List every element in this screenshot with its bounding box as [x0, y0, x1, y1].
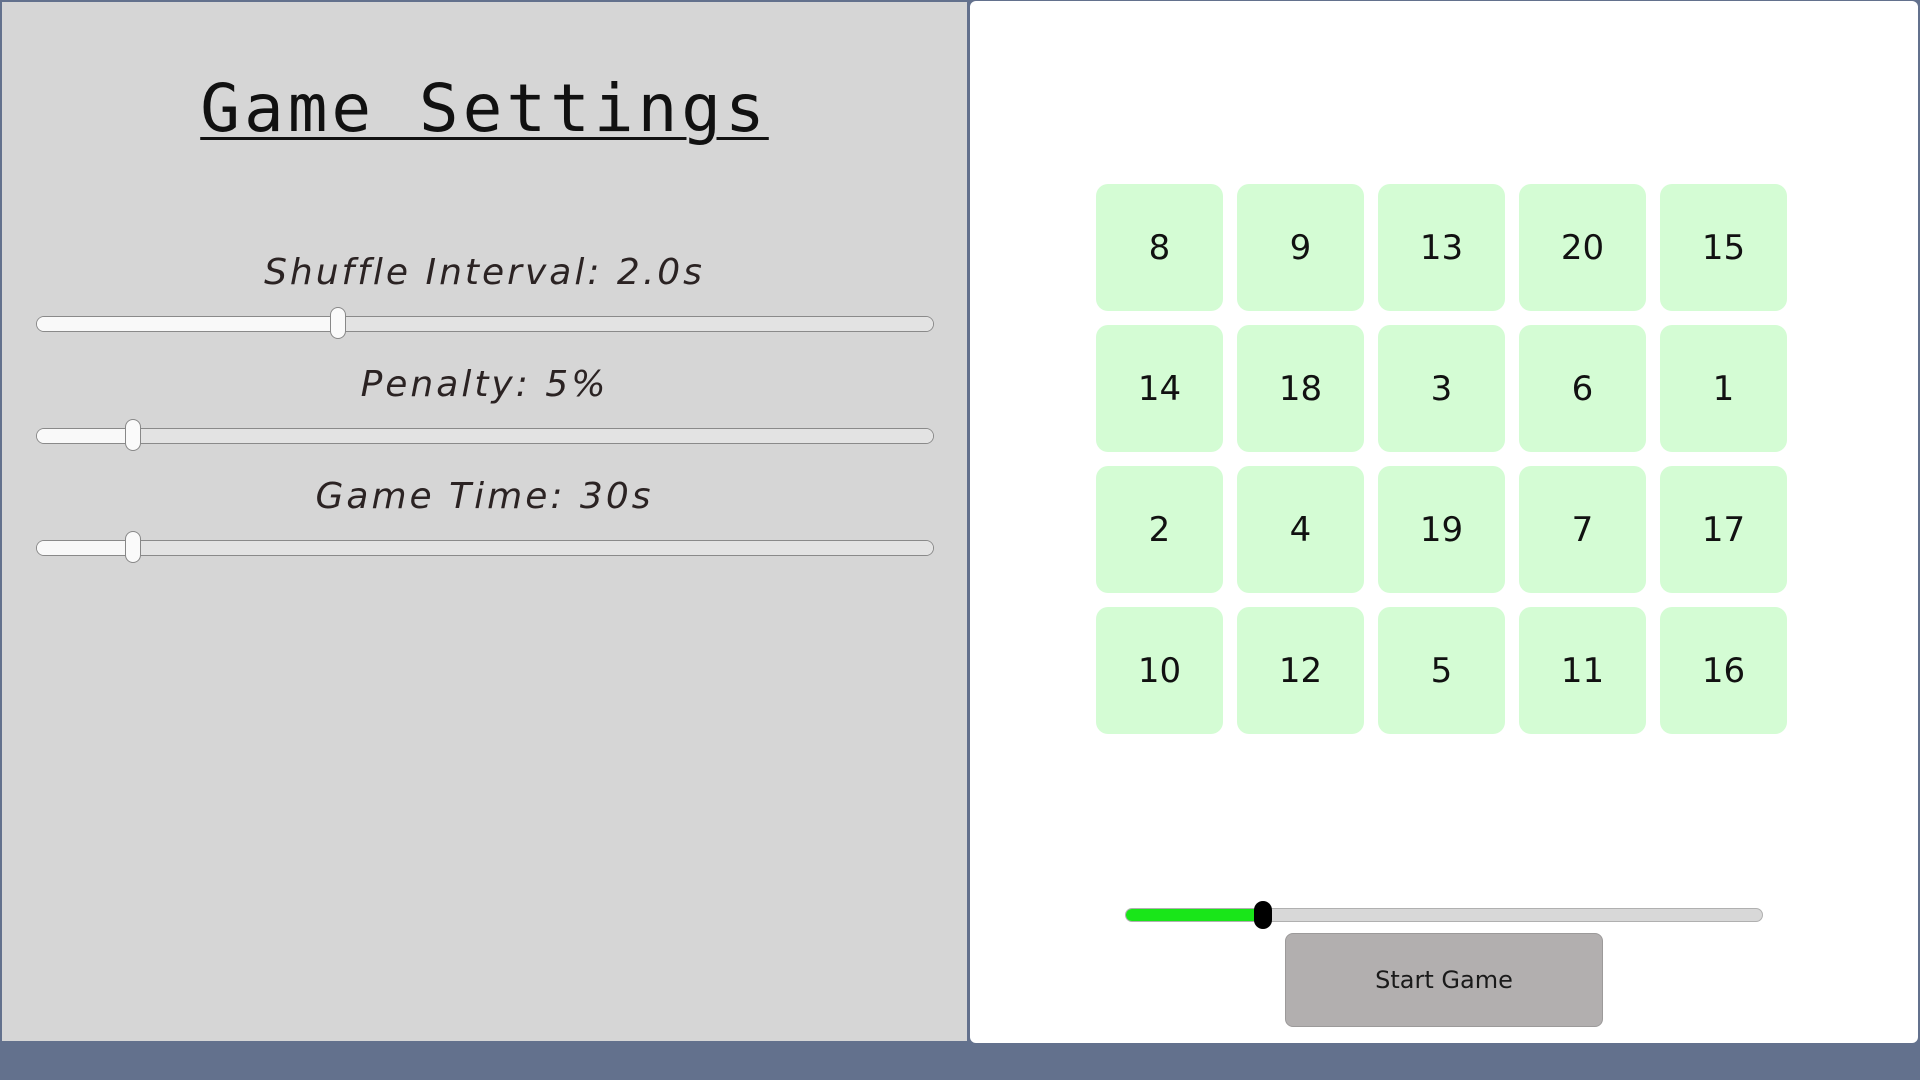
start-game-button[interactable]: Start Game — [1285, 933, 1603, 1027]
slider-thumb[interactable] — [124, 531, 141, 563]
number-tile[interactable]: 17 — [1660, 466, 1787, 593]
settings-panel: Game Settings Shuffle Interval: 2.0s Pen… — [2, 2, 967, 1041]
penalty-label: Penalty: 5% — [360, 364, 609, 405]
slider-rest — [132, 541, 933, 555]
slider-rest — [338, 317, 933, 331]
shuffle-interval-slider[interactable] — [36, 307, 934, 339]
number-tile[interactable]: 10 — [1096, 607, 1223, 734]
timer-progress-bar[interactable] — [1125, 901, 1763, 929]
number-tile[interactable]: 1 — [1660, 325, 1787, 452]
number-tile[interactable]: 9 — [1237, 184, 1364, 311]
number-tile[interactable]: 3 — [1378, 325, 1505, 452]
shuffle-interval-label: Shuffle Interval: 2.0s — [264, 252, 705, 293]
number-grid: 8 9 13 20 15 14 18 3 6 1 2 4 19 7 17 10 … — [1096, 184, 1787, 734]
game-time-label: Game Time: 30s — [315, 476, 654, 517]
slider-thumb[interactable] — [330, 307, 347, 339]
number-tile[interactable]: 15 — [1660, 184, 1787, 311]
progress-thumb[interactable] — [1254, 901, 1273, 929]
penalty-slider[interactable] — [36, 419, 934, 451]
number-tile[interactable]: 20 — [1519, 184, 1646, 311]
progress-fill — [1126, 909, 1264, 921]
number-tile[interactable]: 14 — [1096, 325, 1223, 452]
slider-fill — [37, 541, 133, 555]
slider-fill — [37, 317, 339, 331]
number-tile[interactable]: 19 — [1378, 466, 1505, 593]
number-tile[interactable]: 2 — [1096, 466, 1223, 593]
number-tile[interactable]: 13 — [1378, 184, 1505, 311]
number-tile[interactable]: 18 — [1237, 325, 1364, 452]
slider-fill — [37, 429, 133, 443]
number-tile[interactable]: 8 — [1096, 184, 1223, 311]
number-tile[interactable]: 16 — [1660, 607, 1787, 734]
number-tile[interactable]: 7 — [1519, 466, 1646, 593]
slider-rest — [132, 429, 933, 443]
number-tile[interactable]: 12 — [1237, 607, 1364, 734]
game-time-slider[interactable] — [36, 531, 934, 563]
number-tile[interactable]: 4 — [1237, 466, 1364, 593]
number-tile[interactable]: 6 — [1519, 325, 1646, 452]
settings-title: Game Settings — [200, 70, 769, 147]
slider-thumb[interactable] — [124, 419, 141, 451]
number-tile[interactable]: 11 — [1519, 607, 1646, 734]
number-tile[interactable]: 5 — [1378, 607, 1505, 734]
